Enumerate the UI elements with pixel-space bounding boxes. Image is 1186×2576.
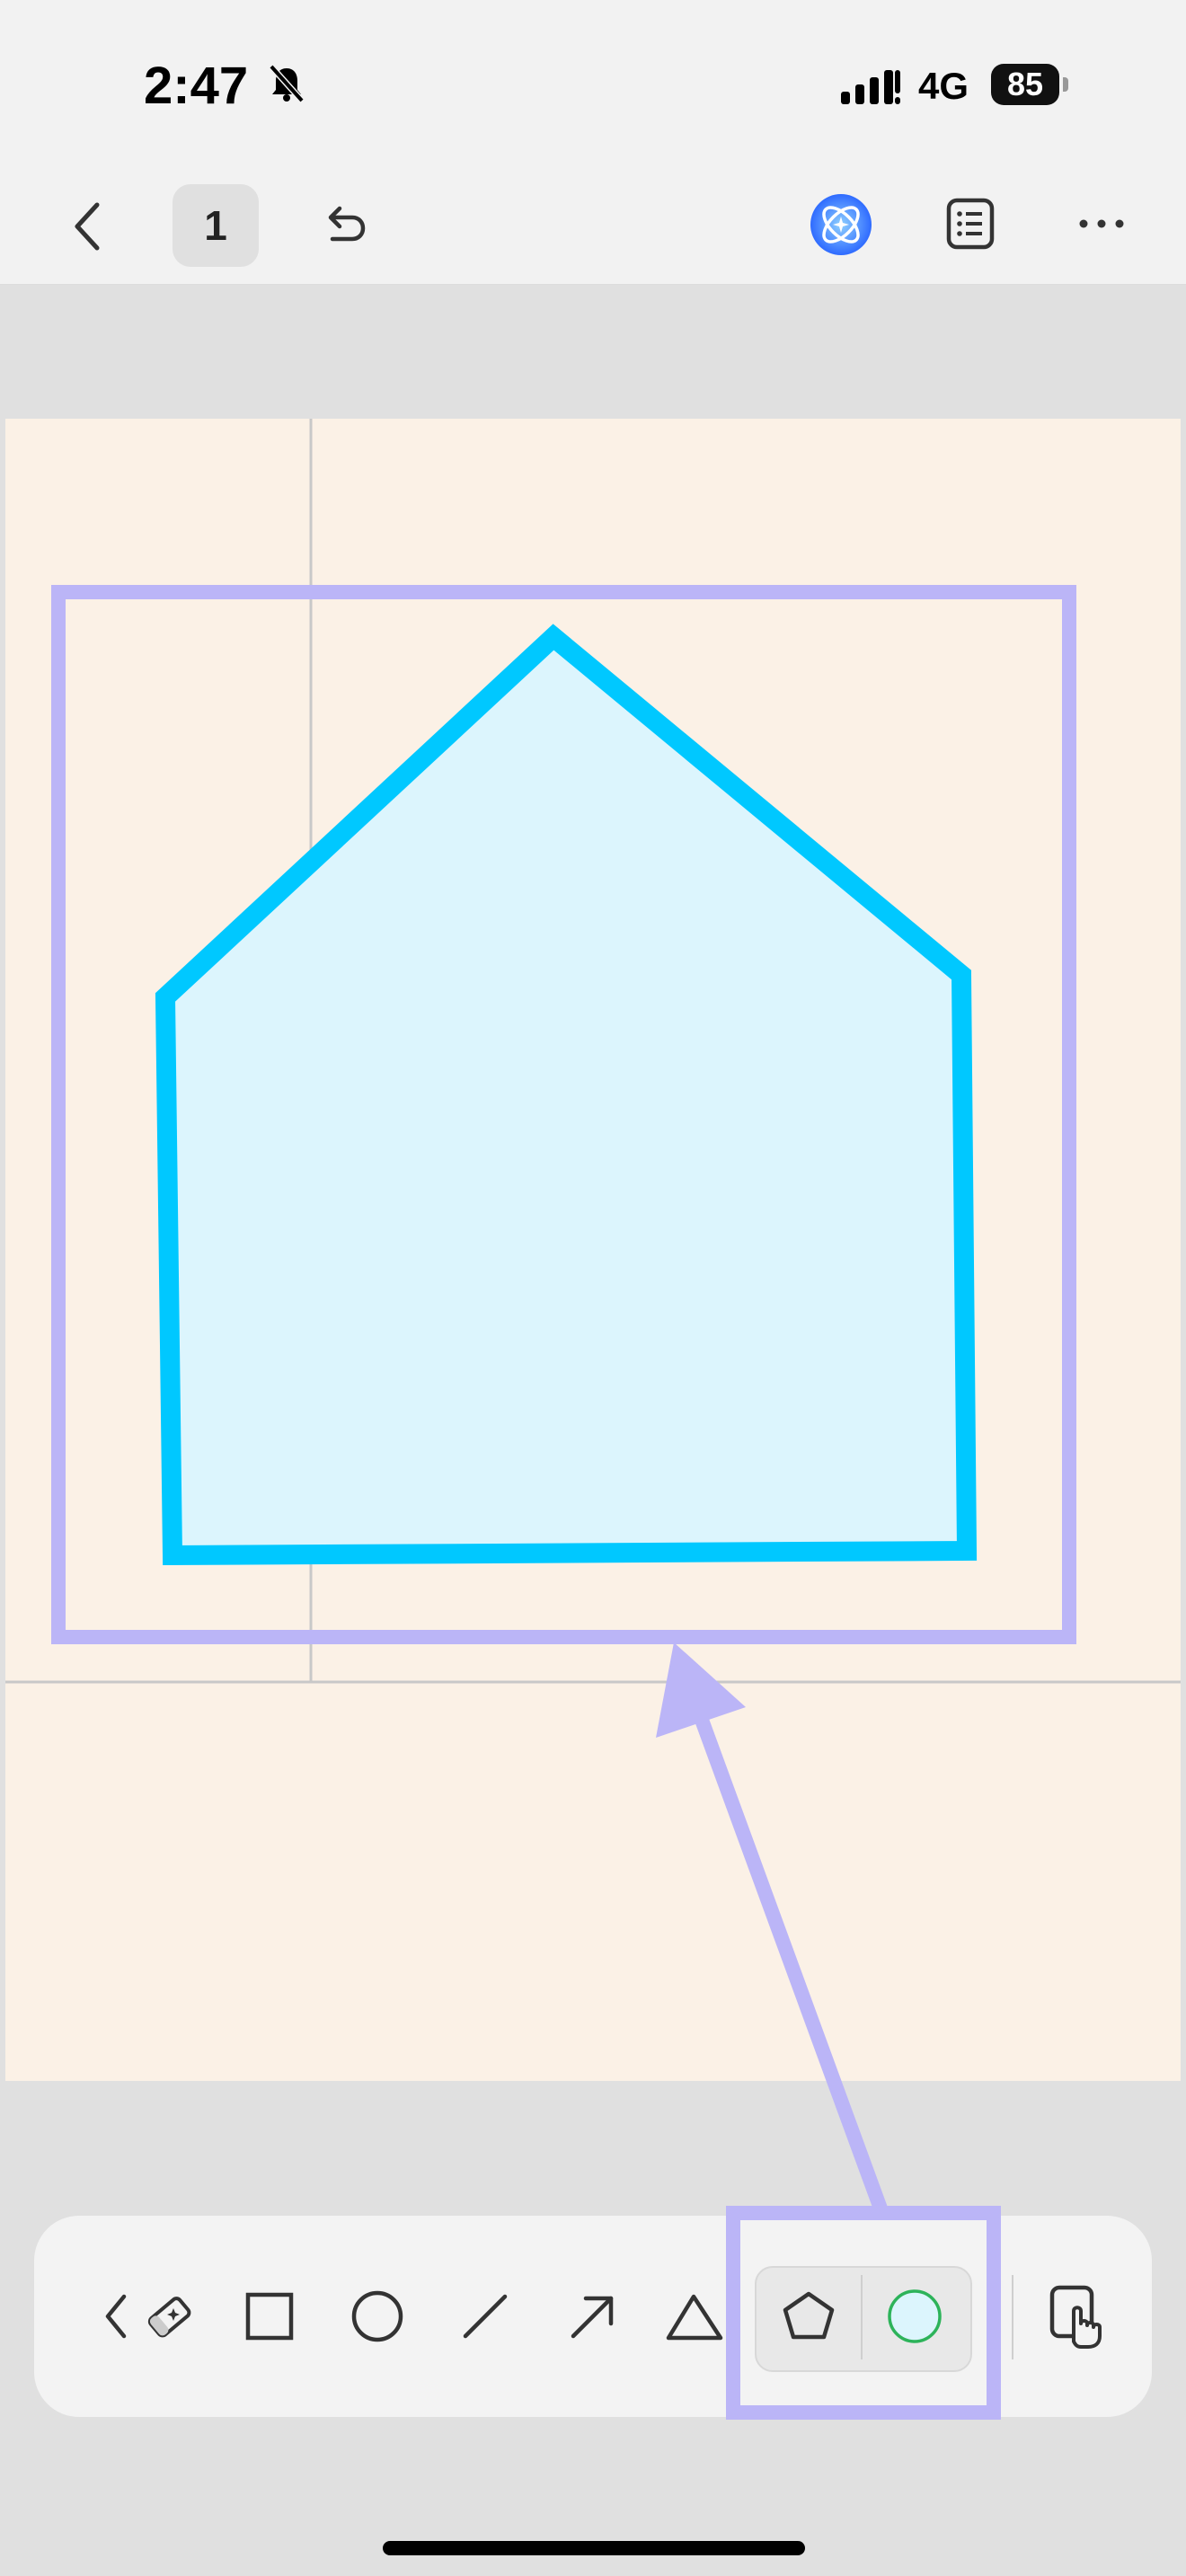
rectangle-icon[interactable] (235, 2282, 304, 2350)
pentagon-icon[interactable] (774, 2282, 843, 2350)
tool-divider (861, 2275, 863, 2359)
line-icon[interactable] (451, 2282, 519, 2350)
network-type: 4G (918, 65, 969, 107)
fill-color-icon[interactable] (881, 2282, 949, 2350)
battery-indicator: 85 (991, 64, 1059, 105)
signal-icon (839, 68, 902, 106)
list-icon[interactable] (943, 196, 997, 252)
arrow-icon[interactable] (559, 2282, 627, 2350)
ai-assistant-icon[interactable] (807, 190, 875, 259)
back-icon[interactable] (61, 192, 115, 261)
battery-cap (1063, 77, 1068, 92)
circle-icon[interactable] (343, 2282, 412, 2350)
undo-icon[interactable] (318, 198, 370, 253)
eraser-icon[interactable] (135, 2282, 203, 2350)
home-indicator (383, 2541, 805, 2555)
triangle-icon[interactable] (665, 2282, 728, 2350)
page-number-button[interactable]: 1 (173, 184, 259, 267)
toolbar-divider (1012, 2275, 1013, 2359)
touch-mode-icon[interactable] (1044, 2282, 1112, 2350)
status-bar: 2:47 4G 85 (0, 0, 1186, 171)
status-time: 2:47 (144, 57, 249, 115)
drawing-canvas[interactable] (5, 419, 1181, 2081)
more-icon[interactable] (1075, 208, 1128, 239)
silent-bell-icon (266, 63, 307, 104)
